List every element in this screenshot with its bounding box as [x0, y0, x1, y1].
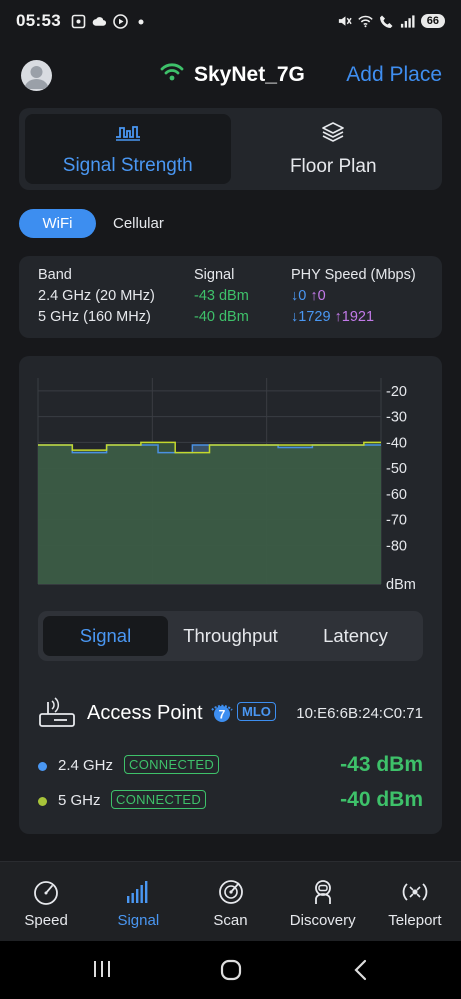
tab-label: Floor Plan [289, 155, 377, 177]
tab-signal[interactable]: Signal [43, 616, 168, 656]
wifi-icon [160, 62, 184, 87]
band-label: 5 GHz (160 MHz) [38, 309, 151, 325]
y-tick-label: -20 [386, 384, 407, 400]
network-name: SkyNet_7G [194, 62, 305, 86]
nav-signal[interactable]: Signal [92, 862, 184, 941]
mlo-badge: MLO [237, 702, 276, 721]
wifi-gen-label: 7 [219, 708, 226, 722]
network-selector[interactable]: SkyNet_7G [160, 62, 305, 87]
access-point-title: Access Point [87, 702, 203, 724]
cloud-icon [92, 14, 107, 29]
status-badge: CONNECTED [124, 755, 220, 774]
band-color-dot [38, 797, 47, 806]
back-icon[interactable] [352, 959, 370, 986]
column-header-band: Band [38, 267, 72, 283]
status-badge: CONNECTED [111, 790, 207, 809]
call-icon [379, 14, 394, 29]
layers-icon [321, 121, 345, 148]
cell-signal-icon [400, 14, 415, 29]
connection-toggle: WiFi Cellular [19, 209, 164, 238]
signal-wave-icon [115, 122, 141, 147]
wifi-status-icon [358, 14, 373, 29]
band-row-5ghz: 5 GHz CONNECTED -40 dBm [38, 788, 423, 816]
router-icon [38, 696, 76, 735]
status-bar: 05:53 66 [0, 0, 461, 42]
y-tick-label: -80 [386, 538, 407, 554]
tab-label: Signal Strength [62, 154, 193, 176]
series-5ghz-area [38, 442, 381, 584]
band-label: 2.4 GHz (20 MHz) [38, 288, 155, 304]
teleport-icon [402, 883, 428, 901]
access-point-row[interactable]: Access Point 7 MLO 10:E6:6B:24:C0:71 [38, 696, 423, 732]
tab-latency[interactable]: Latency [293, 616, 418, 656]
add-place-button[interactable]: Add Place [346, 63, 442, 87]
nav-label: Teleport [388, 912, 442, 929]
y-tick-label: -40 [386, 435, 407, 451]
signal-chart-card: -20 -30 -40 -50 -60 -70 -80 dBm Signal Throughp… [19, 356, 442, 834]
status-time: 05:53 [16, 11, 61, 30]
battery-indicator: 66 [420, 14, 445, 28]
band-rssi: -43 dBm [340, 753, 423, 776]
nav-discovery[interactable]: Discovery [277, 862, 369, 941]
band-label: 5 GHz [58, 792, 101, 809]
y-tick-label: -70 [386, 513, 407, 529]
wifi-7-icon: 7 [210, 701, 234, 725]
app-header: SkyNet_7G Add Place [0, 54, 461, 98]
wifi-toggle-button[interactable]: WiFi [19, 209, 96, 238]
chart-sub-tabs: Signal Throughput Latency [38, 611, 423, 661]
mute-icon [337, 14, 352, 29]
column-header-signal: Signal [194, 267, 235, 283]
speedometer-icon [34, 881, 58, 905]
play-icon [113, 13, 128, 29]
band-speed: ↓1729 ↑1921 [291, 307, 374, 328]
system-navigation-bar [0, 941, 461, 999]
band-color-dot [38, 762, 47, 771]
status-system-icons: 66 [337, 14, 445, 29]
band-signal: -43 dBm [194, 288, 249, 304]
down-speed: ↓1729 [291, 309, 331, 325]
screenshot-icon [71, 14, 86, 29]
tab-throughput[interactable]: Throughput [168, 616, 293, 656]
bottom-navigation: Speed Signal Scan Discovery Teleport [0, 861, 461, 941]
tab-floor-plan[interactable]: Floor Plan [231, 114, 437, 184]
nav-speed[interactable]: Speed [0, 862, 92, 941]
band-info-table: Band Signal PHY Speed (Mbps) 2.4 GHz (20… [19, 256, 442, 338]
mac-address: 10:E6:6B:24:C0:71 [296, 705, 423, 722]
recent-apps-icon[interactable] [92, 959, 112, 984]
dot-icon [134, 14, 149, 29]
mode-tabs: Signal Strength Floor Plan [19, 108, 442, 190]
user-icon [24, 66, 49, 89]
nav-scan[interactable]: Scan [184, 862, 276, 941]
y-tick-label: -60 [386, 487, 407, 503]
tab-signal-strength[interactable]: Signal Strength [25, 114, 231, 184]
astronaut-icon [314, 880, 331, 904]
y-tick-label: -50 [386, 461, 407, 477]
home-icon[interactable] [220, 959, 242, 986]
y-tick-label: -30 [386, 410, 407, 426]
cellular-toggle-button[interactable]: Cellular [113, 215, 164, 232]
band-signal: -40 dBm [194, 309, 249, 325]
nav-label: Scan [213, 912, 248, 929]
column-header-phy-speed: PHY Speed (Mbps) [291, 267, 416, 283]
nav-label: Speed [24, 912, 68, 929]
nav-teleport[interactable]: Teleport [369, 862, 461, 941]
down-speed: ↓0 [291, 288, 307, 304]
band-rssi: -40 dBm [340, 788, 423, 811]
nav-label: Signal [117, 912, 160, 929]
nav-label: Discovery [289, 912, 356, 929]
signal-chart: -20 -30 -40 -50 -60 -70 -80 dBm [37, 378, 416, 593]
status-notification-icons [71, 13, 149, 29]
up-speed: ↑0 [310, 288, 326, 304]
band-row-2-4ghz: 2.4 GHz CONNECTED -43 dBm [38, 753, 423, 781]
band-speed: ↓0 ↑0 [291, 286, 326, 307]
band-label: 2.4 GHz [58, 757, 114, 774]
y-tick-label: dBm [386, 577, 416, 593]
avatar[interactable] [21, 60, 52, 91]
radar-icon [218, 880, 243, 904]
up-speed: ↑1921 [334, 309, 375, 325]
signal-bars-icon [127, 881, 148, 903]
